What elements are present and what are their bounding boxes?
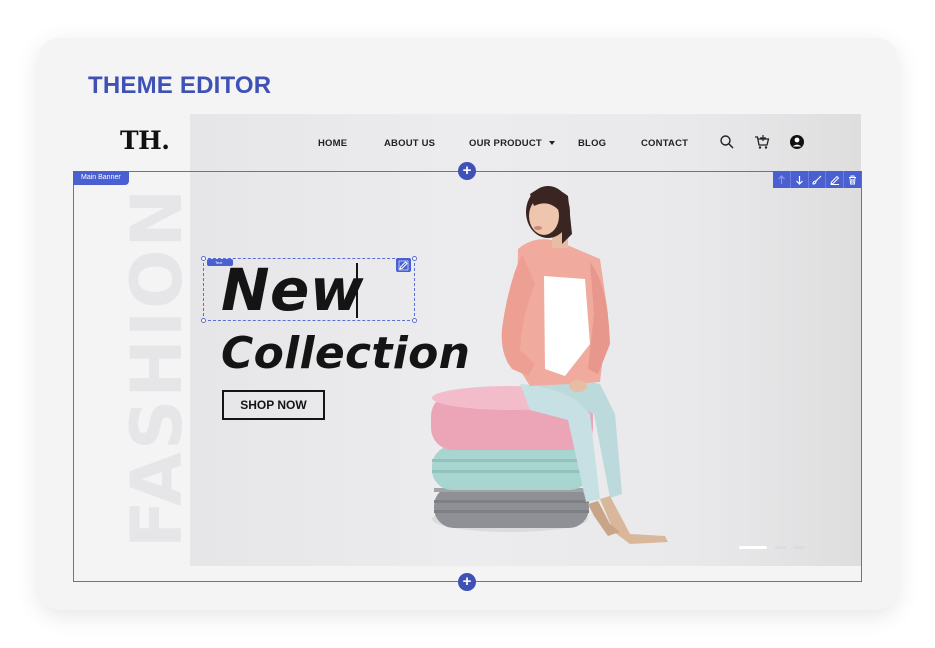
headline-new[interactable]: New xyxy=(221,256,364,324)
nav-blog[interactable]: BLOG xyxy=(578,138,606,149)
search-icon[interactable] xyxy=(719,134,735,150)
resize-handle[interactable] xyxy=(412,256,417,261)
resize-handle[interactable] xyxy=(201,256,206,261)
nav-about-us[interactable]: ABOUT US xyxy=(384,138,435,149)
slider-dot[interactable] xyxy=(793,546,805,549)
editor-title: THEME EDITOR xyxy=(88,72,272,99)
main-banner-tag[interactable]: Main Banner xyxy=(73,171,129,185)
cart-icon[interactable] xyxy=(754,134,770,150)
user-icon[interactable] xyxy=(789,134,805,150)
brush-icon[interactable] xyxy=(807,171,826,188)
add-section-above-button[interactable]: + xyxy=(458,162,476,180)
nav-contact[interactable]: CONTACT xyxy=(641,138,688,149)
slider-dot-active[interactable] xyxy=(739,546,767,549)
resize-handle[interactable] xyxy=(412,318,417,323)
chevron-down-icon[interactable] xyxy=(549,141,555,145)
shop-now-button[interactable]: SHOP NOW xyxy=(222,390,325,420)
nav-home[interactable]: HOME xyxy=(318,138,347,149)
slider-dot[interactable] xyxy=(775,546,787,549)
move-down-icon[interactable] xyxy=(789,171,808,188)
edit-icon[interactable] xyxy=(825,171,843,188)
headline-collection[interactable]: Collection xyxy=(221,328,470,379)
resize-handle[interactable] xyxy=(201,318,206,323)
delete-icon[interactable] xyxy=(843,171,861,188)
nav-our-product[interactable]: OUR PRODUCT xyxy=(469,138,542,149)
text-cursor xyxy=(356,263,358,318)
site-logo[interactable]: TH. xyxy=(120,126,170,155)
section-toolbar xyxy=(773,171,861,188)
text-edit-icon[interactable] xyxy=(396,258,411,272)
move-up-icon[interactable] xyxy=(773,171,790,188)
add-section-below-button[interactable]: + xyxy=(458,573,476,591)
